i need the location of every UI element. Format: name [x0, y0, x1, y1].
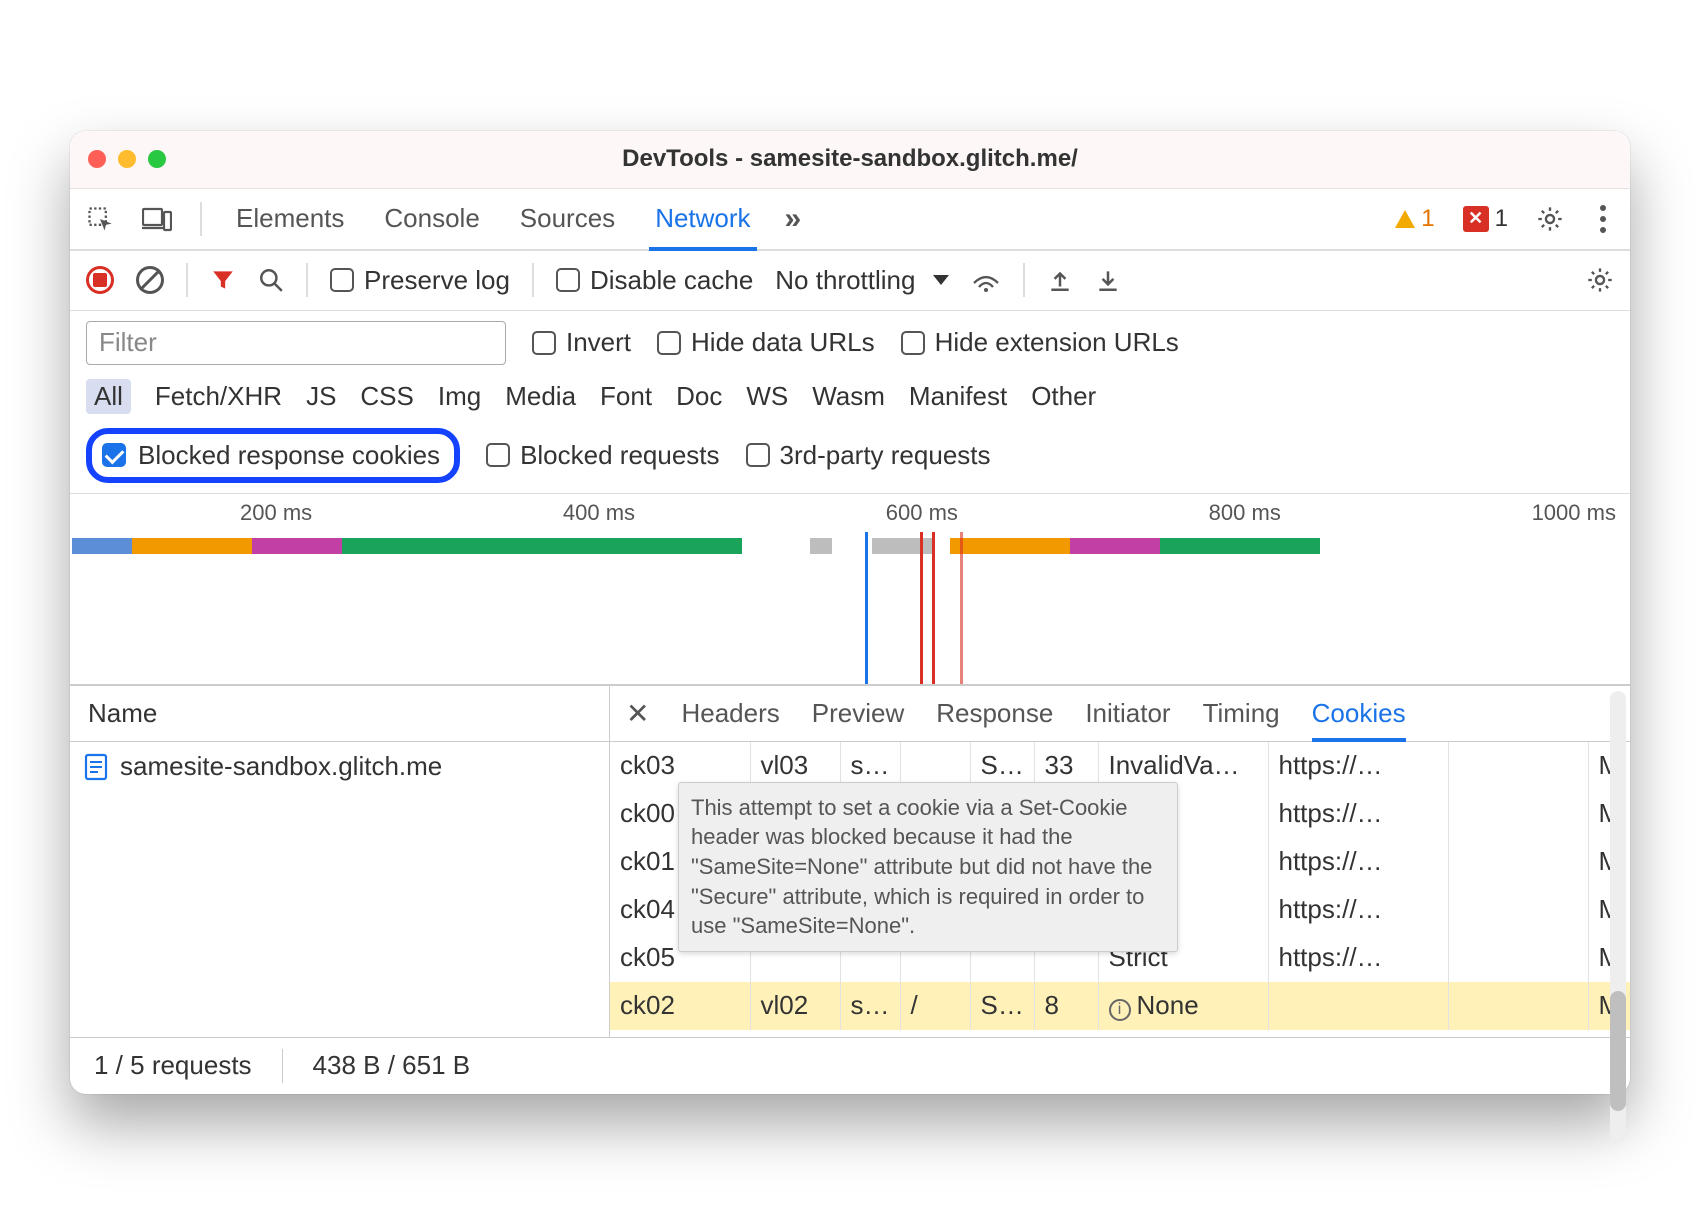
- scrollbar[interactable]: [1610, 691, 1626, 1094]
- blocked-cookie-tooltip: This attempt to set a cookie via a Set-C…: [678, 782, 1178, 952]
- download-har-icon[interactable]: [1095, 267, 1121, 293]
- minimize-window-button[interactable]: [118, 150, 136, 168]
- detail-tab-timing[interactable]: Timing: [1203, 686, 1280, 741]
- record-button[interactable]: [86, 266, 114, 294]
- type-manifest[interactable]: Manifest: [909, 381, 1007, 412]
- maximize-window-button[interactable]: [148, 150, 166, 168]
- cookies-grid[interactable]: ck03vl03s…S…33InvalidVa…https://…M.ck00v…: [610, 742, 1630, 1037]
- requests-list: Name samesite-sandbox.glitch.me: [70, 686, 610, 1037]
- panel-settings-icon[interactable]: [1586, 266, 1614, 294]
- preserve-log-checkbox[interactable]: Preserve log: [330, 265, 510, 296]
- requests-count: 1 / 5 requests: [94, 1050, 252, 1081]
- hide-extension-urls-checkbox[interactable]: Hide extension URLs: [901, 327, 1179, 358]
- overview-bar-2: [810, 538, 1320, 554]
- device-toolbar-icon[interactable]: [142, 206, 172, 232]
- invert-checkbox[interactable]: Invert: [532, 327, 631, 358]
- type-wasm[interactable]: Wasm: [812, 381, 885, 412]
- chevron-down-icon: [933, 275, 949, 285]
- search-icon[interactable]: [258, 267, 284, 293]
- blocked-response-cookies-checkbox[interactable]: Blocked response cookies: [86, 428, 460, 483]
- type-fetch[interactable]: Fetch/XHR: [155, 381, 282, 412]
- timeline-ticks: 200 ms 400 ms 600 ms 800 ms 1000 ms: [70, 500, 1616, 526]
- traffic-lights: [88, 150, 166, 168]
- issues-warning-badge[interactable]: 1: [1393, 205, 1434, 233]
- window-title: DevTools - samesite-sandbox.glitch.me/: [70, 145, 1630, 173]
- close-detail-button[interactable]: ✕: [626, 697, 649, 730]
- divider: [200, 202, 202, 236]
- dom-content-loaded-line: [865, 532, 868, 684]
- settings-icon[interactable]: [1536, 205, 1564, 233]
- type-font[interactable]: Font: [600, 381, 652, 412]
- request-detail-pane: ✕ Headers Preview Response Initiator Tim…: [610, 686, 1630, 1037]
- tab-elements[interactable]: Elements: [230, 189, 350, 249]
- blocked-requests-checkbox[interactable]: Blocked requests: [486, 440, 719, 471]
- throttling-select[interactable]: No throttling: [775, 265, 949, 296]
- request-name: samesite-sandbox.glitch.me: [120, 751, 442, 782]
- network-toolbar: Preserve log Disable cache No throttling: [70, 251, 1630, 311]
- status-bar: 1 / 5 requests 438 B / 651 B: [70, 1038, 1630, 1094]
- close-window-button[interactable]: [88, 150, 106, 168]
- clear-button[interactable]: [136, 266, 164, 294]
- checkbox-checked-icon: [102, 443, 126, 467]
- type-img[interactable]: Img: [438, 381, 481, 412]
- overview-bar-1: [72, 538, 742, 554]
- type-ws[interactable]: WS: [746, 381, 788, 412]
- tab-sources[interactable]: Sources: [514, 189, 621, 249]
- third-party-requests-checkbox[interactable]: 3rd-party requests: [746, 440, 991, 471]
- type-other[interactable]: Other: [1031, 381, 1096, 412]
- network-overview[interactable]: 200 ms 400 ms 600 ms 800 ms 1000 ms: [70, 494, 1630, 686]
- column-name-header[interactable]: Name: [70, 686, 609, 742]
- load-event-line: [920, 532, 923, 684]
- detail-tabs: ✕ Headers Preview Response Initiator Tim…: [610, 686, 1630, 742]
- detail-tab-cookies[interactable]: Cookies: [1312, 686, 1406, 741]
- upload-har-icon[interactable]: [1047, 267, 1073, 293]
- kebab-menu-icon[interactable]: [1592, 205, 1614, 233]
- filter-input[interactable]: Filter: [86, 321, 506, 365]
- cookie-row[interactable]: ck02vl02s…/S…8iNoneM.: [610, 982, 1630, 1030]
- tab-console[interactable]: Console: [378, 189, 485, 249]
- network-filter-bar: Filter Invert Hide data URLs Hide extens…: [70, 311, 1630, 494]
- hide-data-urls-checkbox[interactable]: Hide data URLs: [657, 327, 875, 358]
- disable-cache-checkbox[interactable]: Disable cache: [556, 265, 753, 296]
- type-css[interactable]: CSS: [360, 381, 413, 412]
- tab-network[interactable]: Network: [649, 189, 756, 249]
- type-media[interactable]: Media: [505, 381, 576, 412]
- detail-tab-initiator[interactable]: Initiator: [1085, 686, 1170, 741]
- detail-tab-response[interactable]: Response: [936, 686, 1053, 741]
- network-conditions-icon[interactable]: [971, 267, 1001, 293]
- inspect-element-icon[interactable]: [86, 205, 114, 233]
- transfer-size: 438 B / 651 B: [313, 1050, 471, 1081]
- info-icon: i: [1109, 999, 1131, 1021]
- type-all[interactable]: All: [86, 379, 131, 414]
- window-titlebar: DevTools - samesite-sandbox.glitch.me/: [70, 131, 1630, 189]
- resource-type-filters: All Fetch/XHR JS CSS Img Media Font Doc …: [86, 379, 1614, 414]
- detail-tab-preview[interactable]: Preview: [812, 686, 904, 741]
- more-tabs-icon[interactable]: »: [785, 202, 802, 236]
- filter-icon[interactable]: [210, 267, 236, 293]
- errors-badge[interactable]: ✕1: [1463, 205, 1508, 233]
- type-doc[interactable]: Doc: [676, 381, 722, 412]
- type-js[interactable]: JS: [306, 381, 336, 412]
- devtools-tabs: Elements Console Sources Network » 1 ✕1: [70, 189, 1630, 251]
- detail-tab-headers[interactable]: Headers: [681, 686, 779, 741]
- request-row[interactable]: samesite-sandbox.glitch.me: [70, 742, 609, 792]
- document-icon: [84, 753, 108, 781]
- scrollbar-thumb[interactable]: [1610, 991, 1626, 1094]
